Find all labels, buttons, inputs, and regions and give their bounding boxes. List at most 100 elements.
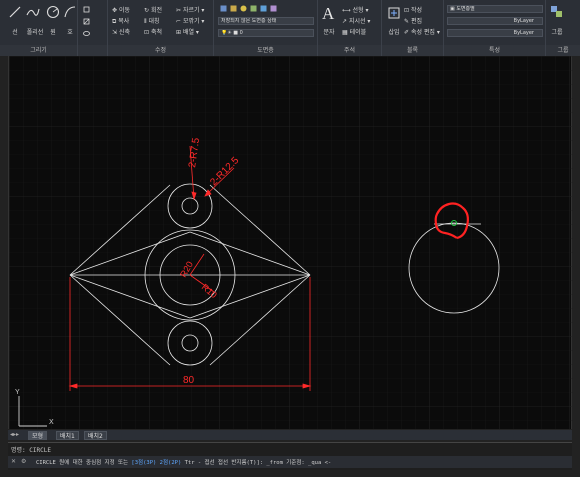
leader-label: 지시선 <box>348 18 366 25</box>
draw-panel-title[interactable]: 그리기 <box>0 45 77 56</box>
modify-panel-title[interactable]: 수정 <box>108 45 213 56</box>
annotation-panel-title[interactable]: 주석 <box>318 45 381 56</box>
groups-panel-title[interactable]: 그룹 <box>546 45 580 56</box>
layer-isolate-icon[interactable] <box>250 5 257 12</box>
block-panel-title[interactable]: 블록 <box>382 45 443 56</box>
prompt-prefix: CIRCLE 원에 대한 중심점 지정 또는 <box>36 460 129 466</box>
block-panel: 삽입 ⊡ 작성 ✎ 편집 ✐ 속성 편집 ▾ 블록 <box>382 0 444 56</box>
linetype-dropdown[interactable]: ByLayer <box>447 29 543 37</box>
lineweight-value: ByLayer <box>513 18 534 24</box>
option-ttr[interactable]: Ttr - 접선 접선 반지름(T)]: <box>185 460 263 466</box>
leader-button[interactable]: ↗ 지시선 ▾ <box>342 17 370 26</box>
layer-lock-icon[interactable] <box>270 5 277 12</box>
move-label: 이동 <box>118 7 130 14</box>
mirror-button[interactable]: ⫴ 대칭 <box>144 17 159 26</box>
layer-properties-icon[interactable] <box>220 5 227 12</box>
properties-panel-title[interactable]: 특성 <box>444 45 545 56</box>
trim-button[interactable]: ✂ 자르기 ▾ <box>176 6 204 15</box>
linear-label: 선형 <box>352 7 364 14</box>
command-prompt[interactable]: CIRCLE 원에 대한 중심점 지정 또는 [3점(3P) 2점(2P) Tt… <box>36 458 331 466</box>
rotate-button[interactable]: ↻ 회전 <box>144 6 162 15</box>
create-block-button[interactable]: ⊡ 작성 <box>404 6 422 15</box>
properties-panel: ▣ 도면층별 ByLayer ByLayer 특성 <box>444 0 546 56</box>
edit-attrib-button[interactable]: ✐ 속성 편집 ▾ <box>404 28 440 37</box>
color-dropdown[interactable]: ▣ 도면층별 <box>447 5 543 13</box>
create-label: 작성 <box>410 7 422 14</box>
annotation-panel: A 문자 ⟷ 선형 ▾ ↗ 지시선 ▾ ▦ 테이블 주석 <box>318 0 382 56</box>
table-button[interactable]: ▦ 테이블 <box>342 28 366 37</box>
layer-state-value: 저장되지 않은 도면층 상태 <box>221 18 277 24</box>
linetype-value: ByLayer <box>513 30 534 36</box>
edit-label: 편집 <box>410 18 422 25</box>
layers-panel-title[interactable]: 도면층 <box>214 45 317 56</box>
attrib-label: 속성 편집 <box>410 29 435 36</box>
array-button[interactable]: ⊞ 배열 ▾ <box>176 28 199 37</box>
tab-layout1[interactable]: 배치1 <box>56 431 79 440</box>
circle-button[interactable]: 원 <box>44 27 62 36</box>
layer-off-icon[interactable] <box>240 5 247 12</box>
move-button[interactable]: ✥ 이동 <box>112 6 130 15</box>
circle-icon[interactable] <box>46 5 60 19</box>
copy-button[interactable]: ⧉ 복사 <box>112 17 129 26</box>
edit-block-button[interactable]: ✎ 편집 <box>404 17 422 26</box>
command-history: 명령: CIRCLE <box>11 447 51 454</box>
group-button[interactable]: 그룹 <box>548 27 566 36</box>
tab-layout2[interactable]: 배치2 <box>84 431 107 440</box>
fillet-button[interactable]: ⌐ 모깎기 ▾ <box>176 17 204 26</box>
tab-nav-arrows[interactable]: ◂▸▸ <box>10 431 19 438</box>
rectangle-icon[interactable] <box>83 6 90 13</box>
arc-button[interactable]: 호 <box>61 27 79 36</box>
group-icon[interactable] <box>550 5 564 19</box>
option-3p[interactable]: [3점(3P) <box>131 460 156 466</box>
insert-button[interactable]: 삽입 <box>385 27 403 36</box>
ucs-y-label: Y <box>15 389 20 396</box>
close-icon[interactable]: ✕ <box>11 458 16 465</box>
fillet-label: 모깎기 <box>182 18 200 25</box>
color-value: 도면층별 <box>456 6 475 12</box>
ucs-x-label: X <box>49 419 54 426</box>
tab-model[interactable]: 모형 <box>28 431 48 440</box>
draw-extra-title <box>78 45 107 56</box>
copy-label: 복사 <box>118 18 130 25</box>
mirror-label: 대칭 <box>148 18 160 25</box>
layers-panel: 저장되지 않은 도면층 상태 💡☀ ■ 0 도면층 <box>214 0 318 56</box>
layer-freeze-icon[interactable] <box>260 5 267 12</box>
current-layer-dropdown[interactable]: 💡☀ ■ 0 <box>218 29 314 37</box>
ellipse-icon[interactable] <box>83 30 90 37</box>
command-input-row[interactable]: ✕ ⚙ CIRCLE 원에 대한 중심점 지정 또는 [3점(3P) 2점(2P… <box>8 456 572 468</box>
text-button[interactable]: 문자 <box>320 27 338 36</box>
array-label: 배열 <box>182 29 194 36</box>
polyline-button[interactable]: 폴리선 <box>24 27 46 36</box>
customize-icon[interactable]: ⚙ <box>21 458 26 465</box>
command-line: 명령: CIRCLE ✕ ⚙ CIRCLE 원에 대한 중심점 지정 또는 [3… <box>8 442 572 470</box>
trim-label: 자르기 <box>182 7 200 14</box>
arc-icon[interactable] <box>63 5 77 19</box>
layer-state-icon[interactable] <box>230 5 237 12</box>
layer-state-dropdown[interactable]: 저장되지 않은 도면층 상태 <box>218 17 314 25</box>
insert-block-icon[interactable] <box>387 6 401 20</box>
current-layer-value: 0 <box>239 30 243 36</box>
prompt-tail: _from 기준점: _qua <- <box>266 460 332 466</box>
layout-tabs: ◂▸▸ 모형 배치1 배치2 <box>8 430 572 440</box>
text-icon[interactable]: A <box>322 4 334 24</box>
line-icon[interactable] <box>8 5 22 19</box>
stretch-label: 신축 <box>118 29 130 36</box>
lineweight-dropdown[interactable]: ByLayer <box>447 17 543 25</box>
dim-80-label[interactable]: 80 <box>183 375 195 386</box>
autocad-window: 선 폴리선 원 호 그리기 ✥ 이동 ↻ 회전 ✂ 자르기 ▾ ⧉ 복사 ⫴ 대… <box>0 0 580 477</box>
draw-panel: 선 폴리선 원 호 그리기 <box>0 0 78 56</box>
drawing-canvas[interactable]: 2-R7.5 2-R12.5 R20 R10 80 Y X <box>8 56 573 429</box>
modify-panel: ✥ 이동 ↻ 회전 ✂ 자르기 ▾ ⧉ 복사 ⫴ 대칭 ⌐ 모깎기 ▾ ⇲ 신축… <box>108 0 214 56</box>
scale-button[interactable]: ⊡ 축척 <box>144 28 162 37</box>
drawing-svg[interactable]: 2-R7.5 2-R12.5 R20 R10 80 Y X <box>9 56 573 429</box>
polyline-icon[interactable] <box>26 5 40 19</box>
line-button[interactable]: 선 <box>6 27 24 36</box>
option-2p[interactable]: 2점(2P) <box>160 460 182 466</box>
linear-dim-button[interactable]: ⟷ 선형 ▾ <box>342 6 368 15</box>
ribbon: 선 폴리선 원 호 그리기 ✥ 이동 ↻ 회전 ✂ 자르기 ▾ ⧉ 복사 ⫴ 대… <box>0 0 580 56</box>
hatch-icon[interactable] <box>83 18 90 25</box>
stretch-button[interactable]: ⇲ 신축 <box>112 28 130 37</box>
rotate-label: 회전 <box>150 7 162 14</box>
table-label: 테이블 <box>349 29 367 36</box>
groups-panel: 그룹 그룹 <box>546 0 580 56</box>
